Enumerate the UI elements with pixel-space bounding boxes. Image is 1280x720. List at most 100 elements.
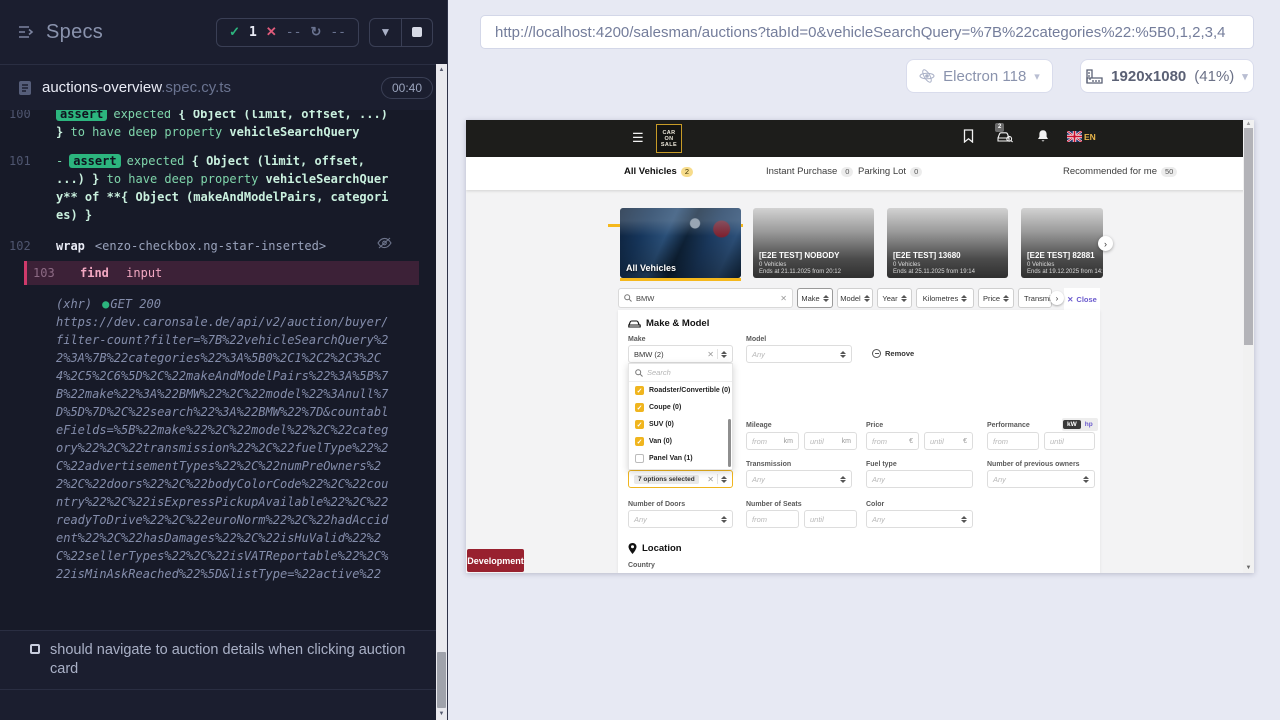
checkbox-checked-icon[interactable]: ✓ bbox=[635, 386, 644, 395]
chevron-down-icon: ▾ bbox=[1034, 70, 1040, 83]
tab-all-vehicles[interactable]: All Vehicles2 bbox=[624, 166, 693, 177]
sort-chip-model[interactable]: Model bbox=[837, 288, 873, 308]
failed-icon: ✕ bbox=[266, 24, 277, 40]
model-select[interactable]: Any bbox=[746, 345, 852, 363]
log-row-xhr[interactable]: (xhr)●GET 200 https://dev.caronsale.de/a… bbox=[0, 293, 447, 585]
tab-instant-purchase[interactable]: Instant Purchase0 bbox=[766, 166, 853, 177]
category-option[interactable]: ✓SUV (0) bbox=[629, 416, 732, 433]
runner-controls: ▼ bbox=[369, 18, 433, 47]
remove-make-button[interactable]: Remove bbox=[872, 349, 914, 358]
seats-from-input[interactable]: from bbox=[746, 510, 799, 528]
runner-header: Specs ✓ 1 ✕ -- ↻ -- ▼ bbox=[0, 0, 447, 64]
kw-toggle[interactable]: kW bbox=[1063, 420, 1081, 429]
log-row-find-pinned[interactable]: 103 find input bbox=[24, 261, 419, 285]
dropdown-scrollbar[interactable] bbox=[728, 419, 731, 467]
performance-until-input[interactable]: until bbox=[1044, 432, 1095, 450]
sort-chip-price[interactable]: Price bbox=[978, 288, 1014, 308]
scroll-down-icon[interactable]: ▼ bbox=[1243, 565, 1254, 571]
log-row-assert-2[interactable]: 101 -assertexpected { Object (limit, off… bbox=[0, 150, 447, 226]
aut-scrollbar[interactable]: ▲ ▼ bbox=[1243, 120, 1254, 573]
category-option[interactable]: ✓Coupe (0) bbox=[629, 399, 732, 416]
bell-icon[interactable] bbox=[1037, 129, 1049, 143]
close-filters-button[interactable]: ✕Close bbox=[1064, 288, 1100, 310]
sort-icon bbox=[901, 295, 907, 302]
vehicle-search-input[interactable]: BMW ✕ bbox=[618, 288, 793, 308]
carousel-next-button[interactable]: › bbox=[1098, 236, 1113, 251]
tab-parking-lot[interactable]: Parking Lot0 bbox=[858, 166, 922, 177]
sort-chip-kilometres[interactable]: Kilometres bbox=[916, 288, 974, 308]
checkbox-checked-icon[interactable]: ✓ bbox=[635, 403, 644, 412]
log-row-wrap[interactable]: 102 wrap <enzo-checkbox.ng-star-inserted… bbox=[0, 235, 447, 257]
pending-test-row[interactable]: should navigate to auction details when … bbox=[0, 630, 447, 690]
make-search-input[interactable]: Search bbox=[629, 364, 732, 382]
ruler-icon bbox=[1086, 69, 1103, 84]
category-option[interactable]: ✓Van (0) bbox=[629, 433, 732, 450]
owners-label: Number of previous owners bbox=[987, 461, 1080, 468]
color-select[interactable]: Any bbox=[866, 510, 973, 528]
auction-card[interactable]: [E2E TEST] NOBODY 0 Vehicles Ends at 21.… bbox=[753, 208, 874, 278]
caronsale-logo[interactable]: CARONSALE bbox=[656, 124, 682, 153]
hp-toggle[interactable]: hp bbox=[1081, 420, 1097, 429]
checkbox-checked-icon[interactable]: ✓ bbox=[635, 437, 644, 446]
auction-card-all-vehicles[interactable]: All Vehicles bbox=[620, 208, 741, 278]
uk-flag-icon[interactable] bbox=[1067, 131, 1082, 142]
stop-button[interactable] bbox=[401, 19, 432, 46]
location-pin-icon bbox=[628, 543, 637, 554]
viewport-selector[interactable]: 1920x1080 (41%) ▾ bbox=[1080, 59, 1254, 93]
scroll-up-icon[interactable]: ▲ bbox=[436, 67, 447, 73]
seats-until-input[interactable]: until bbox=[804, 510, 857, 528]
select-arrows-icon bbox=[1083, 476, 1089, 483]
passed-icon: ✓ bbox=[229, 24, 240, 40]
spec-file-row[interactable]: auctions-overview.spec.cy.ts 00:40 bbox=[0, 64, 447, 110]
price-from-input[interactable]: from€ bbox=[866, 432, 919, 450]
clear-categories-icon[interactable]: ✕ bbox=[707, 475, 714, 484]
sort-chip-year[interactable]: Year bbox=[877, 288, 912, 308]
collapse-button[interactable]: ▼ bbox=[370, 19, 401, 46]
checkbox-unchecked-icon[interactable] bbox=[635, 454, 644, 463]
sort-chip-transmission[interactable]: Transmi bbox=[1018, 288, 1052, 308]
eye-slash-icon bbox=[377, 237, 392, 255]
scrollbar-thumb[interactable] bbox=[437, 652, 446, 708]
performance-from-input[interactable]: from bbox=[987, 432, 1039, 450]
checkbox-checked-icon[interactable]: ✓ bbox=[635, 420, 644, 429]
select-arrows-icon bbox=[721, 516, 727, 523]
scroll-up-icon[interactable]: ▲ bbox=[1243, 121, 1254, 127]
price-until-input[interactable]: until€ bbox=[924, 432, 973, 450]
category-option[interactable]: Panel Van (1) bbox=[629, 450, 732, 467]
category-option[interactable]: ✓Roadster/Convertible (0) bbox=[629, 382, 732, 399]
chips-next-button[interactable]: › bbox=[1050, 291, 1064, 305]
scroll-down-icon[interactable]: ▼ bbox=[436, 711, 447, 717]
app-header: ☰ CARONSALE 2 EN bbox=[466, 120, 1254, 157]
sort-chip-make[interactable]: Make bbox=[797, 288, 833, 308]
clear-search-icon[interactable]: ✕ bbox=[780, 294, 787, 303]
auction-card[interactable]: [E2E TEST] 13680 0 Vehicles Ends at 25.1… bbox=[887, 208, 1008, 278]
pending-icon: ↻ bbox=[310, 24, 321, 40]
owners-select[interactable]: Any bbox=[987, 470, 1095, 488]
mileage-until-input[interactable]: untilkm bbox=[804, 432, 857, 450]
browser-selector[interactable]: Electron 118 ▾ bbox=[906, 59, 1053, 93]
sidebar-scrollbar[interactable]: ▲ ▼ bbox=[436, 64, 447, 720]
bookmark-icon[interactable] bbox=[963, 129, 974, 143]
clear-make-icon[interactable]: ✕ bbox=[707, 350, 714, 359]
fuel-type-select[interactable]: Any bbox=[866, 470, 973, 488]
app-menu-icon[interactable]: ☰ bbox=[632, 131, 646, 145]
url-bar[interactable] bbox=[480, 15, 1254, 49]
auction-card[interactable]: [E2E TEST] 82881 0 Vehicles Ends at 19.1… bbox=[1021, 208, 1103, 278]
aut-frame: ☰ CARONSALE 2 EN All Vehicles2 bbox=[466, 120, 1254, 573]
vehicle-search-icon[interactable] bbox=[997, 129, 1013, 143]
category-select[interactable]: 7 options selected ✕ bbox=[628, 470, 733, 488]
mileage-from-input[interactable]: fromkm bbox=[746, 432, 799, 450]
tab-recommended[interactable]: Recommended for me50 bbox=[1063, 166, 1177, 177]
model-label: Model bbox=[746, 336, 766, 343]
select-arrows-icon bbox=[840, 476, 846, 483]
xhr-label: (xhr) bbox=[56, 297, 92, 311]
doors-select[interactable]: Any bbox=[628, 510, 733, 528]
specs-menu-icon[interactable] bbox=[18, 25, 36, 39]
log-row-assert-1[interactable]: 100 assertexpected { Object (limit, offs… bbox=[0, 110, 447, 143]
language-selector[interactable]: EN bbox=[1084, 132, 1096, 142]
doors-label: Number of Doors bbox=[628, 501, 685, 508]
transmission-select[interactable]: Any bbox=[746, 470, 852, 488]
make-select[interactable]: BMW (2) ✕ bbox=[628, 345, 733, 363]
price-label: Price bbox=[866, 422, 883, 429]
scrollbar-thumb[interactable] bbox=[1244, 128, 1253, 345]
